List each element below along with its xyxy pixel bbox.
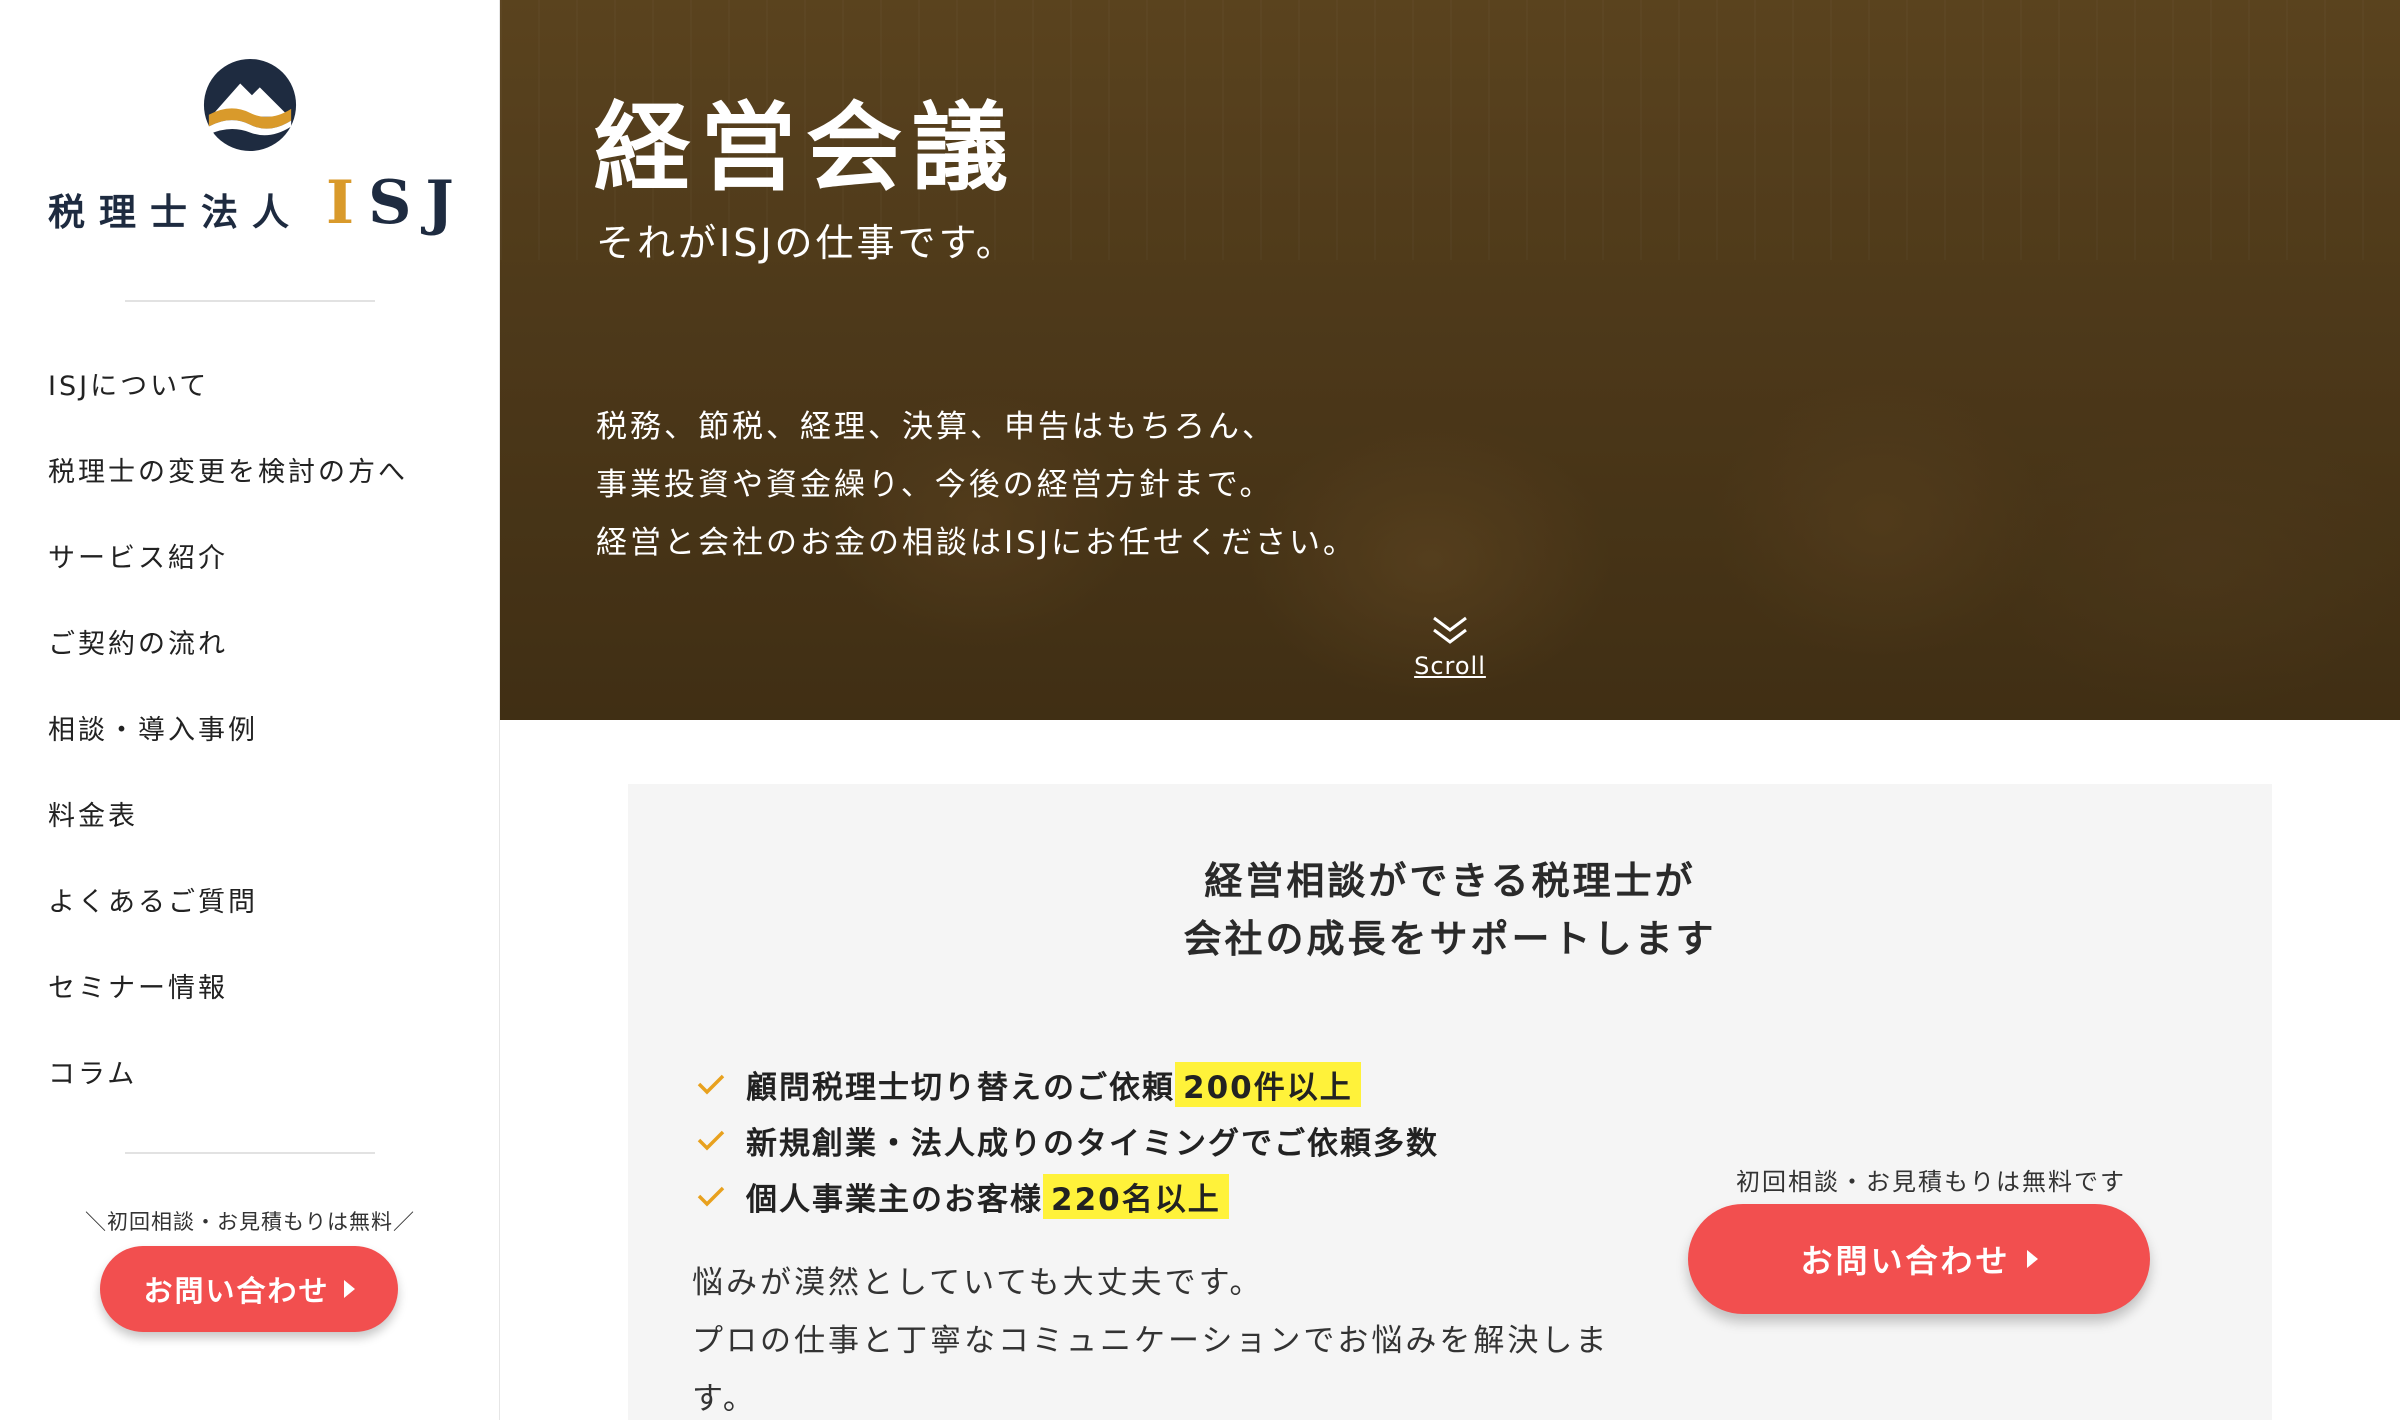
logo-text-en-accent: I	[326, 168, 369, 238]
nav-link-switching-accountant[interactable]: 税理士の変更を検討の方へ	[48, 450, 408, 489]
caret-right-icon	[2026, 1250, 2038, 1268]
sidebar-cta-caption: ＼初回相談・お見積もりは無料／	[85, 1210, 415, 1234]
sidebar-nav-item: コラム	[48, 1028, 468, 1114]
achievement-item: 個人事業主のお客様 220名以上	[696, 1168, 1439, 1224]
sidebar-contact-button[interactable]: お問い合わせ	[100, 1246, 398, 1332]
feature-cta-caption: 初回相談・お見積もりは無料です	[1736, 1168, 2126, 1196]
sidebar-nav-item: ご契約の流れ	[48, 598, 468, 684]
nav-link-services[interactable]: サービス紹介	[48, 536, 228, 575]
achievement-text: 新規創業・法人成りのタイミングでご依頼多数	[746, 1125, 1439, 1162]
check-icon	[697, 1186, 725, 1207]
hero-section: 経営会議 それがISJの仕事です。 税務、節税、経理、決算、申告はもちろん、 事…	[500, 0, 2400, 720]
nav-link-faq[interactable]: よくあるご質問	[48, 880, 258, 919]
nav-link-about[interactable]: ISJについて	[48, 364, 209, 403]
hero-description-line: 経営と会社のお金の相談はISJにお任せください。	[596, 525, 1357, 561]
hero-subtitle: それがISJの仕事です。	[596, 221, 1017, 265]
logo-text-jp: 税理士法人	[48, 190, 303, 234]
contact-button-label: お問い合わせ	[1800, 1242, 2011, 1280]
sidebar-divider-bottom	[125, 1152, 375, 1154]
sidebar-nav-item: セミナー情報	[48, 942, 468, 1028]
achievement-text: 個人事業主のお客様	[746, 1181, 1043, 1218]
achievement-item: 顧問税理士切り替えのご依頼 200件以上	[696, 1056, 1439, 1112]
hero-description-line: 税務、節税、経理、決算、申告はもちろん、	[596, 409, 1276, 445]
nav-link-column[interactable]: コラム	[48, 1052, 137, 1091]
nav-link-case-studies[interactable]: 相談・導入事例	[48, 708, 258, 747]
mountain-wave-logo-icon	[203, 58, 297, 152]
sidebar-nav-item: よくあるご質問	[48, 856, 468, 942]
hero-description-line: 事業投資や資金繰り、今後の経営方針まで。	[596, 467, 1274, 503]
caret-right-icon	[343, 1280, 355, 1298]
achievement-highlight: 220名以上	[1043, 1173, 1229, 1219]
feature-section: 経営相談ができる税理士が 会社の成長をサポートします 顧問税理士切り替えのご依頼…	[628, 784, 2272, 1420]
site-logo[interactable]: 税理士法人 ISJ	[48, 52, 458, 242]
feature-heading: 経営相談ができる税理士が 会社の成長をサポートします	[628, 852, 2272, 968]
nav-link-contract-flow[interactable]: ご契約の流れ	[48, 622, 228, 661]
nav-link-pricing[interactable]: 料金表	[48, 794, 138, 833]
sidebar-nav-item: ISJについて	[48, 340, 468, 426]
feature-body: 悩みが漠然としていても大丈夫です。 プロの仕事と丁寧なコミュニケーションでお悩み…	[692, 1254, 1610, 1420]
sidebar-nav-item: 料金表	[48, 770, 468, 856]
achievement-item: 新規創業・法人成りのタイミングでご依頼多数	[696, 1112, 1439, 1168]
nav-link-seminars[interactable]: セミナー情報	[48, 966, 228, 1005]
scroll-label: Scroll	[1414, 652, 1486, 680]
sidebar-nav: ISJについて 税理士の変更を検討の方へ サービス紹介 ご契約の流れ 相談・導入…	[48, 340, 468, 1114]
contact-button[interactable]: お問い合わせ	[1688, 1204, 2150, 1314]
feature-body-line: 悩みが漠然としていても大丈夫です。	[692, 1265, 1264, 1301]
feature-heading-line: 経営相談ができる税理士が	[1204, 859, 1696, 903]
logo-text-en-rest: SJ	[368, 168, 468, 238]
logo-text-en: ISJ	[326, 168, 468, 238]
scroll-indicator[interactable]: Scroll	[1400, 614, 1500, 680]
achievement-list: 顧問税理士切り替えのご依頼 200件以上 新規創業・法人成りのタイミングでご依頼多…	[696, 1056, 1439, 1224]
sidebar-contact-button-label: お問い合わせ	[143, 1274, 330, 1308]
sidebar-nav-item: 相談・導入事例	[48, 684, 468, 770]
hero-title: 経営会議	[594, 92, 1018, 204]
hero-description: 税務、節税、経理、決算、申告はもちろん、 事業投資や資金繰り、今後の経営方針まで…	[596, 398, 1496, 572]
double-chevron-down-icon	[1433, 616, 1467, 644]
feature-body-line: プロの仕事と丁寧なコミュニケーションでお悩みを解決しま	[692, 1323, 1610, 1359]
feature-body-line: す。	[692, 1381, 757, 1417]
feature-heading-line: 会社の成長をサポートします	[1183, 917, 1717, 961]
sidebar-nav-item: サービス紹介	[48, 512, 468, 598]
logo-wordmark: 税理士法人 ISJ	[48, 164, 458, 238]
check-icon	[697, 1130, 725, 1151]
check-icon	[697, 1074, 725, 1095]
sidebar-divider-top	[125, 300, 375, 302]
sidebar-nav-item: 税理士の変更を検討の方へ	[48, 426, 468, 512]
sidebar: 税理士法人 ISJ ISJについて 税理士の変更を検討の方へ サービス紹介 ご契…	[0, 0, 500, 1420]
achievement-highlight: 200件以上	[1175, 1061, 1361, 1107]
achievement-text: 顧問税理士切り替えのご依頼	[746, 1069, 1175, 1106]
